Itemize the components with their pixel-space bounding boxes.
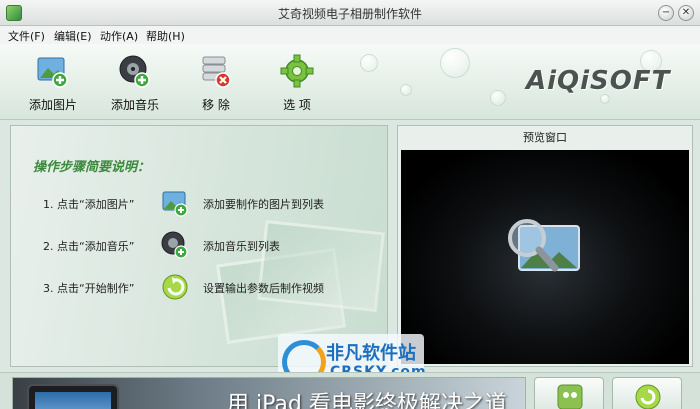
brand-logo: AiQiSOFT: [526, 66, 671, 96]
guide-step: 2. 点击“添加音乐” 添加音乐到列表: [11, 231, 387, 261]
add-music-icon: [161, 231, 188, 259]
banner-text: 用 iPad 看电影终极解决之道: [227, 392, 507, 409]
options-label: 选 项: [283, 98, 311, 112]
menu-file[interactable]: 文件(F): [8, 28, 45, 44]
remove-label: 移 除: [202, 98, 230, 112]
magnifier-photo-icon: [508, 219, 580, 272]
toolbar: 添加图片 添加音乐 移 除 选 项 AiQiSOFT: [0, 44, 700, 120]
ipad-screen: [35, 392, 111, 409]
add-music-button[interactable]: 添加音乐: [95, 52, 175, 116]
preview-panel: 预览窗口: [397, 125, 693, 367]
guide-step: 3. 点击“开始制作” 设置输出参数后制作视频: [11, 273, 387, 303]
ipad-image: [27, 384, 119, 409]
add-music-label: 添加音乐: [110, 98, 159, 112]
remove-button[interactable]: 移 除: [176, 52, 256, 116]
start-icon: [635, 384, 661, 409]
add-image-button[interactable]: 添加图片: [13, 52, 93, 116]
preview-screen: [401, 150, 689, 364]
add-image-icon: [37, 57, 68, 88]
step-desc: 添加要制作的图片到列表: [203, 198, 324, 211]
add-image-label: 添加图片: [28, 98, 77, 112]
gear-icon: [280, 54, 314, 88]
step-text: 1. 点击“添加图片”: [43, 198, 135, 211]
watermark-cn: 非凡软件站: [326, 343, 416, 364]
options-button[interactable]: 选 项: [257, 52, 337, 116]
guide-step: 1. 点击“添加图片” 添加要制作的图片到列表: [11, 189, 387, 219]
bubble-decoration: [360, 54, 378, 72]
step-text: 3. 点击“开始制作”: [43, 282, 135, 295]
window-title: 艾奇视频电子相册制作软件: [277, 7, 422, 21]
bottom-bar: 用 iPad 看电影终极解决之道: [0, 372, 700, 409]
step-desc: 设置输出参数后制作视频: [203, 282, 324, 295]
close-button[interactable]: ✕: [678, 5, 694, 21]
title-bar: 艾奇视频电子相册制作软件 − ✕: [0, 0, 700, 26]
minimize-button[interactable]: −: [658, 5, 674, 21]
start-icon: [162, 274, 188, 300]
content-area: 操作步骤简要说明： 1. 点击“添加图片” 添加要制作的图片到列表 2. 点击“…: [0, 120, 700, 390]
menu-bar: 文件(F) 编辑(E) 动作(A) 帮助(H): [0, 26, 700, 44]
add-image-icon: [162, 191, 188, 217]
menu-action[interactable]: 动作(A): [100, 28, 138, 44]
step-desc: 添加音乐到列表: [203, 240, 280, 253]
bubble-decoration: [440, 48, 470, 78]
preview-title: 预览窗口: [523, 131, 567, 144]
menu-edit[interactable]: 编辑(E): [54, 28, 92, 44]
bottom-action-button[interactable]: [534, 377, 604, 409]
bubble-decoration: [490, 90, 506, 106]
guide-title: 操作步骤简要说明：: [33, 160, 151, 175]
menu-help[interactable]: 帮助(H): [146, 28, 185, 44]
step-text: 2. 点击“添加音乐”: [43, 240, 135, 253]
guide-panel: 操作步骤简要说明： 1. 点击“添加图片” 添加要制作的图片到列表 2. 点击“…: [10, 125, 388, 367]
bubble-decoration: [400, 84, 412, 96]
add-music-icon: [119, 55, 150, 88]
ad-banner[interactable]: 用 iPad 看电影终极解决之道: [12, 377, 526, 409]
start-button[interactable]: [612, 377, 682, 409]
remove-icon: [202, 56, 231, 88]
people-icon: [557, 384, 583, 409]
